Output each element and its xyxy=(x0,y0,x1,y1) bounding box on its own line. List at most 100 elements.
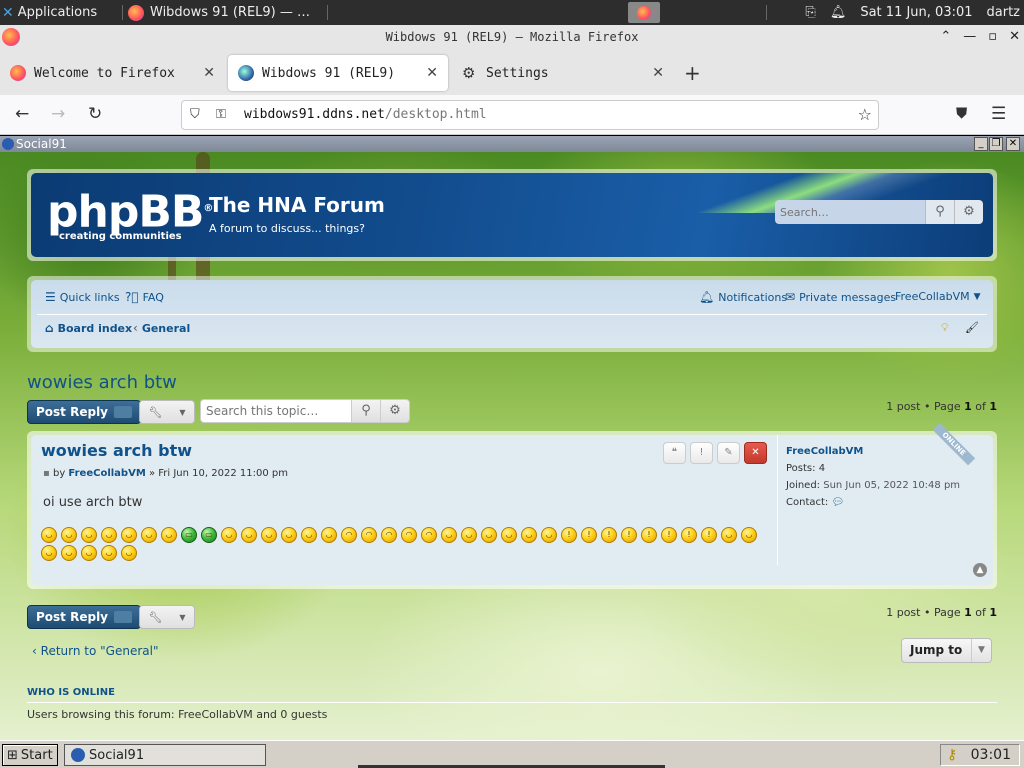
post-author-link[interactable]: FreeCollabVM xyxy=(68,468,145,479)
inbox-icon: ✉ xyxy=(785,290,796,304)
private-messages-link[interactable]: ✉ Private messages xyxy=(785,290,896,304)
notifications-link[interactable]: 🔔︎ Notifications xyxy=(699,290,787,304)
user-menu[interactable]: FreeCollabVM ▼ xyxy=(895,290,981,303)
report-icon[interactable]: ! xyxy=(690,442,713,464)
post-title[interactable]: wowies arch btw xyxy=(41,441,192,460)
faq-label: FAQ xyxy=(142,290,164,304)
start-button[interactable]: ⊞ Start xyxy=(2,744,58,766)
caret-down-icon: ▼ xyxy=(179,407,186,417)
smiley-icon: ◡ xyxy=(101,527,117,543)
smiley-icon: ! xyxy=(581,527,597,543)
chevron-up-icon[interactable]: ⌃ xyxy=(940,25,951,49)
paintbrush-icon[interactable]: 🖌︎ xyxy=(965,321,979,334)
workspace-switcher[interactable] xyxy=(628,2,660,23)
smiley-icon: ◡ xyxy=(481,527,497,543)
taskbar-item-social91[interactable]: Social91 xyxy=(64,744,266,766)
search-icon[interactable]: ⚲ xyxy=(925,200,954,224)
window-controls: ⌃ — ▫ ✕ xyxy=(940,25,1020,49)
minimize-icon[interactable]: _ xyxy=(974,137,988,151)
page-info-icon[interactable]: ⚿ xyxy=(216,101,226,129)
gear-icon[interactable]: ⚙ xyxy=(954,200,983,224)
profile-username[interactable]: FreeCollabVM xyxy=(786,443,960,460)
posts-label: Posts: xyxy=(786,463,819,474)
faq-link[interactable]: ?⃝ FAQ xyxy=(125,290,164,304)
taskbar-window-button[interactable]: Wibdows 91 (REL9) — … xyxy=(128,0,310,25)
pagination-bottom: 1 post • Page 1 of 1 xyxy=(886,606,997,619)
edit-icon[interactable]: ✎ xyxy=(717,442,740,464)
topic-search-input[interactable] xyxy=(200,399,352,423)
smiley-icon: ◡ xyxy=(501,527,517,543)
panel-separator xyxy=(122,5,123,20)
panel-separator xyxy=(327,5,328,20)
posts-value[interactable]: 4 xyxy=(819,463,825,474)
smiley-icon: ◡ xyxy=(721,527,737,543)
menu-icon[interactable]: ☰ xyxy=(991,104,1006,124)
close-icon[interactable]: ✕ xyxy=(1006,137,1020,151)
tab-settings[interactable]: ⚙ Settings ✕ xyxy=(452,55,674,91)
close-icon[interactable]: ✕ xyxy=(652,65,664,81)
smiley-icon: ◡ xyxy=(441,527,457,543)
close-icon[interactable]: ✕ xyxy=(203,65,215,81)
search-input[interactable] xyxy=(775,200,925,224)
clipboard-icon[interactable]: ⎘ xyxy=(805,5,815,20)
delete-icon[interactable]: ✕ xyxy=(744,442,767,464)
topic-tools-button-bottom[interactable]: 🔧︎ ▼ xyxy=(139,605,195,629)
close-icon[interactable]: ✕ xyxy=(1009,25,1020,49)
smiley-icon: ◡ xyxy=(41,545,57,561)
joined-value: Sun Jun 05, 2022 10:48 pm xyxy=(823,480,961,491)
applications-menu[interactable]: ✕ Applications xyxy=(2,0,97,25)
restore-icon[interactable]: ❐ xyxy=(989,137,1003,151)
tab-wibdows[interactable]: Wibdows 91 (REL9) ✕ xyxy=(228,55,448,91)
return-to-general-link[interactable]: ‹ Return to "General" xyxy=(32,644,158,658)
speech-bubble-icon[interactable]: 💬︎ xyxy=(831,497,844,508)
phpbb-logo[interactable]: phpBB® creating communities xyxy=(47,187,213,242)
home-icon: ⌂ xyxy=(45,321,54,335)
topic-title[interactable]: wowies arch btw xyxy=(27,372,177,393)
topic-tools-button[interactable]: 🔧︎ ▼ xyxy=(139,400,195,424)
smiley-icon: ◡ xyxy=(121,545,137,561)
reply-arrow-icon xyxy=(114,611,132,623)
search-icon[interactable]: ⚲ xyxy=(352,399,381,423)
breadcrumb-board-index[interactable]: ⌂ Board index xyxy=(45,321,132,335)
panel-clock[interactable]: Sat 11 Jun, 03:01 xyxy=(860,5,972,20)
tab-label: Settings xyxy=(486,65,549,81)
back-icon[interactable]: ← xyxy=(15,104,29,124)
forum-title[interactable]: The HNA Forum xyxy=(209,193,385,217)
forum-navbar: ☰ Quick links ?⃝ FAQ 🔔︎ Notifications ✉ … xyxy=(31,280,993,348)
tray-clock[interactable]: ⚷ 03:01 xyxy=(940,744,1020,766)
post-reply-button[interactable]: Post Reply xyxy=(27,400,141,424)
shield-icon[interactable]: ⛉ xyxy=(190,101,200,129)
forward-icon[interactable]: → xyxy=(51,104,65,124)
url-bar[interactable]: ⛉ ⚿ wibdows91.ddns.net/desktop.html ☆ xyxy=(181,100,879,130)
xfce-icon: ✕ xyxy=(2,4,14,21)
bookmark-star-icon[interactable]: ☆ xyxy=(858,101,872,129)
minimize-icon[interactable]: — xyxy=(963,25,976,49)
pocket-icon[interactable]: ⛊ xyxy=(956,104,967,122)
new-tab-icon[interactable]: + xyxy=(684,61,701,85)
breadcrumb-general[interactable]: ‹ General xyxy=(133,321,190,335)
post-reply-label: Post Reply xyxy=(36,610,108,624)
lightbulb-icon[interactable]: 💡︎ xyxy=(941,321,949,335)
post-body: oi use arch btw xyxy=(43,495,143,510)
gear-icon: ⚙ xyxy=(462,64,476,82)
gear-icon[interactable]: ⚙ xyxy=(381,399,410,423)
tab-welcome[interactable]: Welcome to Firefox ✕ xyxy=(0,55,225,91)
back-to-top-icon[interactable]: ▲ xyxy=(973,563,987,577)
reload-icon[interactable]: ↻ xyxy=(88,104,102,124)
close-icon[interactable]: ✕ xyxy=(426,65,438,81)
smiley-icon: ◡ xyxy=(301,527,317,543)
quote-icon[interactable]: ❝ xyxy=(663,442,686,464)
who-is-online-heading[interactable]: WHO IS ONLINE xyxy=(27,687,115,698)
inner-window-title: Social91 xyxy=(16,137,67,151)
post-reply-button-bottom[interactable]: Post Reply xyxy=(27,605,141,629)
joined-label: Joined: xyxy=(786,480,824,491)
user-menu-label: FreeCollabVM xyxy=(895,290,970,303)
smiley-icon: ◡ xyxy=(541,527,557,543)
quick-links-menu[interactable]: ☰ Quick links xyxy=(45,290,120,304)
pagination-page: 1 xyxy=(964,400,972,413)
panel-user[interactable]: dartz xyxy=(987,5,1020,20)
maximize-icon[interactable]: ▫ xyxy=(988,25,997,49)
notification-bell-icon[interactable]: 🔔︎ xyxy=(830,5,847,20)
jump-to-button[interactable]: Jump to ▼ xyxy=(901,638,992,663)
profile-contact: Contact: 💬︎ xyxy=(786,494,960,511)
